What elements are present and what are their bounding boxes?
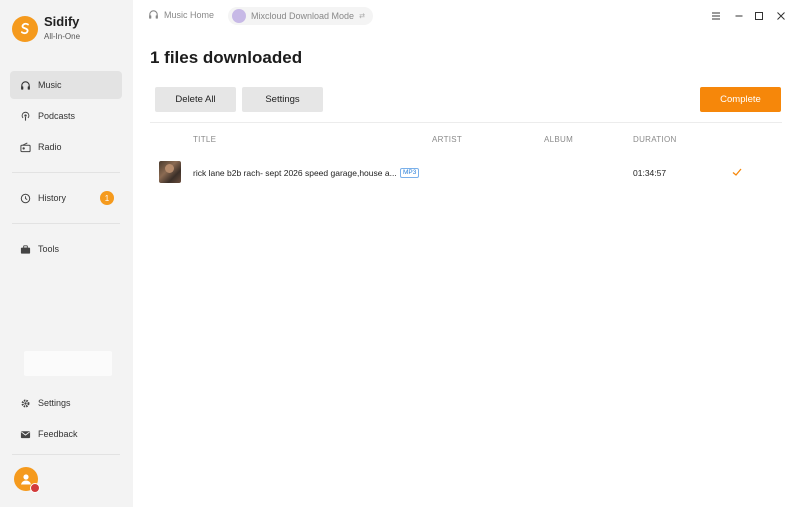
switch-mode-icon: ⇄ bbox=[359, 13, 365, 20]
history-count-badge: 1 bbox=[100, 191, 114, 205]
history-icon bbox=[20, 193, 31, 204]
minimize-icon bbox=[735, 15, 743, 17]
maximize-button[interactable] bbox=[752, 9, 766, 23]
breadcrumb-mode-label: Mixcloud Download Mode bbox=[251, 11, 355, 21]
breadcrumb-home[interactable]: Music Home bbox=[148, 9, 214, 20]
radio-icon bbox=[20, 142, 31, 153]
mixcloud-icon bbox=[232, 9, 246, 23]
column-header-artist: ARTIST bbox=[432, 135, 463, 144]
tools-icon bbox=[20, 244, 31, 255]
sidebar-item-tools[interactable]: Tools bbox=[10, 235, 122, 263]
user-avatar[interactable] bbox=[14, 467, 40, 493]
page-title: 1 files downloaded bbox=[150, 48, 303, 67]
table-row[interactable]: rick lane b2b rach- sept 2026 speed gara… bbox=[150, 156, 782, 188]
app-subtitle: All-In-One bbox=[44, 32, 81, 41]
format-badge: MP3 bbox=[400, 168, 420, 178]
settings-icon bbox=[20, 398, 31, 409]
sidebar-item-label: Music bbox=[38, 80, 62, 90]
breadcrumb-mode[interactable]: Mixcloud Download Mode ⇄ bbox=[228, 7, 373, 25]
menu-icon bbox=[712, 12, 720, 20]
sidebar-divider bbox=[12, 172, 120, 173]
sidebar-item-label: Feedback bbox=[38, 429, 78, 439]
check-icon bbox=[732, 168, 742, 176]
sidebar-divider bbox=[12, 454, 120, 455]
column-header-album: ALBUM bbox=[544, 135, 574, 144]
column-header-title: TITLE bbox=[193, 135, 217, 144]
sidebar-item-label: Podcasts bbox=[38, 111, 76, 121]
column-header-duration: DURATION bbox=[633, 135, 677, 144]
sidebar-item-label: Settings bbox=[38, 398, 71, 408]
track-title: rick lane b2b rach- sept 2026 speed gara… bbox=[193, 168, 397, 178]
account-status-dot bbox=[30, 483, 40, 493]
close-icon bbox=[777, 12, 785, 20]
delete-all-button[interactable]: Delete All bbox=[155, 87, 236, 112]
feedback-icon bbox=[20, 429, 31, 440]
track-thumbnail bbox=[159, 161, 181, 183]
sidebar-item-podcasts[interactable]: Podcasts bbox=[10, 102, 122, 130]
sidebar-item-feedback[interactable]: Feedback bbox=[10, 420, 122, 448]
sidebar-item-label: Tools bbox=[38, 244, 60, 254]
title-bar: Music Home Mixcloud Download Mode ⇄ bbox=[133, 0, 800, 32]
sidebar-item-music[interactable]: Music bbox=[10, 71, 122, 99]
maximize-icon bbox=[755, 12, 763, 20]
podcast-icon bbox=[20, 111, 31, 122]
sidebar-item-label: Radio bbox=[38, 142, 62, 152]
complete-button[interactable]: Complete bbox=[700, 87, 781, 112]
headphones-icon bbox=[20, 80, 31, 91]
brand: Sidify All-In-One bbox=[12, 14, 80, 43]
app-name: Sidify bbox=[44, 14, 80, 29]
sidebar-item-label: History bbox=[38, 193, 67, 203]
sidebar-divider bbox=[12, 223, 120, 224]
track-duration: 01:34:57 bbox=[633, 168, 667, 178]
close-button[interactable] bbox=[774, 9, 788, 23]
menu-button[interactable] bbox=[709, 9, 723, 23]
sidebar-item-history[interactable]: History 1 bbox=[10, 184, 122, 212]
sidebar-item-settings[interactable]: Settings bbox=[10, 389, 122, 417]
app-logo-icon bbox=[12, 15, 38, 42]
minimize-button[interactable] bbox=[732, 9, 746, 23]
sidebar-item-radio[interactable]: Radio bbox=[10, 133, 122, 161]
settings-button[interactable]: Settings bbox=[242, 87, 323, 112]
headphones-icon bbox=[148, 9, 159, 20]
sidebar: Sidify All-In-One Music Podcasts Radio H… bbox=[0, 0, 133, 507]
header-divider bbox=[150, 122, 782, 123]
breadcrumb-home-label: Music Home bbox=[164, 9, 215, 20]
promo-banner[interactable] bbox=[24, 351, 112, 376]
